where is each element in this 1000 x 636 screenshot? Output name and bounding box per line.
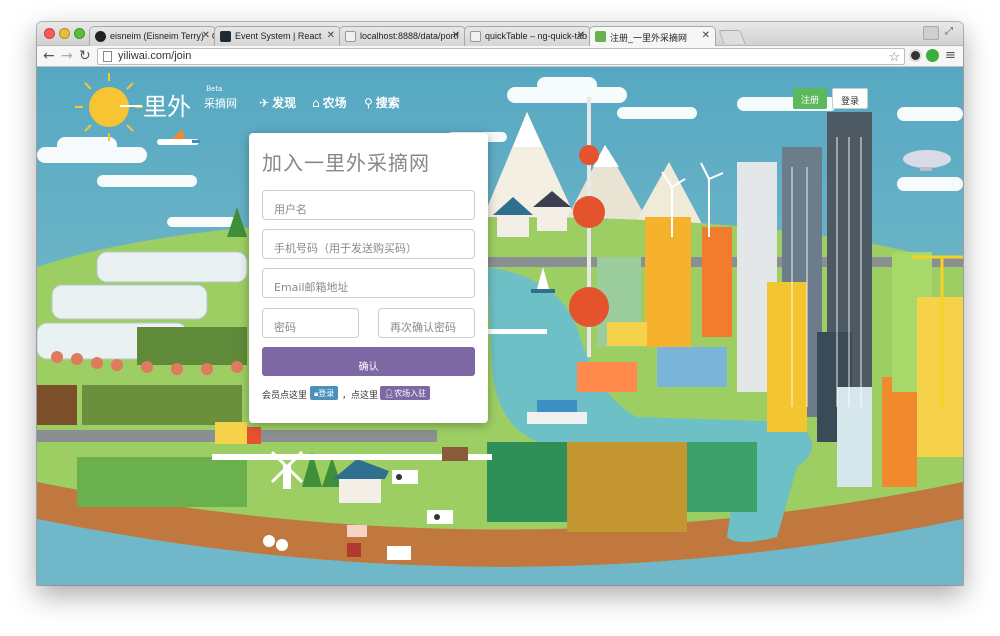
- tab-github[interactable]: eisneim (Eisneim Terry) · G ✕: [89, 26, 216, 46]
- farm-join-label: 农场入驻: [394, 389, 427, 398]
- close-tab-icon[interactable]: ✕: [202, 30, 210, 41]
- close-tab-icon[interactable]: ✕: [577, 30, 585, 41]
- url-text: yiliwai.com/join: [118, 50, 192, 62]
- forward-arrow-icon[interactable]: →: [61, 48, 73, 64]
- tab-react[interactable]: Event System | React ✕: [214, 26, 341, 46]
- register-button[interactable]: 注册: [793, 88, 828, 109]
- close-tab-icon[interactable]: ✕: [452, 30, 460, 41]
- email-input[interactable]: [262, 268, 475, 298]
- comma-hint: ，点这里: [342, 391, 379, 401]
- github-icon: [95, 31, 106, 42]
- login-button[interactable]: 登录: [832, 88, 869, 109]
- nav-farm[interactable]: ⌂ 农场: [312, 94, 347, 111]
- tab-quicktable[interactable]: quickTable – ng-quick-tab ✕: [464, 26, 591, 46]
- document-icon: [345, 31, 356, 42]
- login-link-label: 登录: [318, 389, 335, 398]
- paper-plane-icon: ✈: [259, 96, 270, 110]
- extension-icon[interactable]: [909, 49, 922, 62]
- page-icon: [103, 51, 112, 62]
- react-icon: [220, 31, 231, 42]
- close-tab-icon[interactable]: ✕: [702, 30, 710, 41]
- tab-title: 注册_一里外采摘网: [610, 33, 688, 43]
- username-input[interactable]: [262, 190, 475, 220]
- tab-yiliwai[interactable]: 注册_一里外采摘网 ✕: [589, 26, 716, 47]
- tab-bar: eisneim (Eisneim Terry) · G ✕ Event Syst…: [37, 22, 963, 47]
- tab-localhost[interactable]: localhost:8888/data/portf ✕: [339, 26, 466, 46]
- bookmark-star-icon[interactable]: ☆: [888, 49, 900, 65]
- password-input[interactable]: [262, 308, 359, 338]
- nav-label: 农场: [322, 96, 347, 110]
- registration-card: 加入一里外采摘网 确认 会员点这里 🔒︎登录 ，点这里 👤︎农场入驻: [249, 133, 488, 423]
- nav-label: 发现: [272, 96, 297, 110]
- nav-search[interactable]: ⚲ 搜索: [364, 94, 400, 111]
- city-farm-illustration: [37, 67, 963, 585]
- login-link[interactable]: 🔒︎登录: [310, 386, 339, 400]
- search-icon: ⚲: [364, 96, 373, 110]
- extension-icon[interactable]: [926, 49, 939, 62]
- home-icon: ⌂: [312, 96, 320, 110]
- close-tab-icon[interactable]: ✕: [327, 30, 335, 41]
- site-logo[interactable]: 一里外: [119, 87, 191, 122]
- screenshot-page: eisneim (Eisneim Terry) · G ✕ Event Syst…: [0, 0, 1000, 636]
- logo-text: 一里外: [119, 93, 191, 121]
- tab-title: eisneim (Eisneim Terry) · G: [110, 31, 216, 41]
- form-title: 加入一里外采摘网: [262, 151, 430, 175]
- beta-label: Beta: [206, 85, 223, 93]
- document-icon: [470, 31, 481, 42]
- new-tab-button[interactable]: [718, 30, 746, 44]
- zoom-window-icon[interactable]: [74, 28, 85, 39]
- minimize-window-icon[interactable]: [59, 28, 70, 39]
- fullscreen-icon[interactable]: ⤢: [945, 26, 953, 37]
- browser-window: eisneim (Eisneim Terry) · G ✕ Event Syst…: [37, 22, 963, 585]
- logo-subtitle: 采摘网: [204, 97, 237, 110]
- member-hint: 会员点这里: [262, 391, 308, 401]
- user-icon: 👤︎: [384, 389, 395, 398]
- reload-icon[interactable]: ↻: [79, 48, 91, 64]
- nav-discover[interactable]: ✈ 发现: [259, 94, 296, 111]
- page-viewport: 一里外 Beta 采摘网 ✈ 发现 ⌂ 农场 ⚲ 搜索 注册 登录 加入一里外采摘网 …: [37, 67, 963, 585]
- tab-title: quickTable – ng-quick-tab: [485, 31, 588, 41]
- yiliwai-icon: [595, 31, 606, 42]
- close-window-icon[interactable]: [44, 28, 55, 39]
- back-arrow-icon[interactable]: ←: [43, 48, 55, 64]
- profile-icon[interactable]: [923, 26, 939, 40]
- submit-button[interactable]: 确认: [262, 347, 475, 376]
- tab-title: Event System | React: [235, 31, 322, 41]
- address-bar[interactable]: yiliwai.com/join ☆: [97, 48, 905, 65]
- tab-title: localhost:8888/data/portf: [360, 31, 459, 41]
- hamburger-menu-icon[interactable]: ≡: [945, 48, 956, 64]
- password-confirm-input[interactable]: [378, 308, 475, 338]
- nav-label: 搜索: [375, 96, 400, 110]
- phone-input[interactable]: [262, 229, 475, 259]
- farm-join-link[interactable]: 👤︎农场入驻: [380, 386, 431, 400]
- browser-toolbar: ← → ↻ yiliwai.com/join ☆ ≡: [37, 46, 963, 67]
